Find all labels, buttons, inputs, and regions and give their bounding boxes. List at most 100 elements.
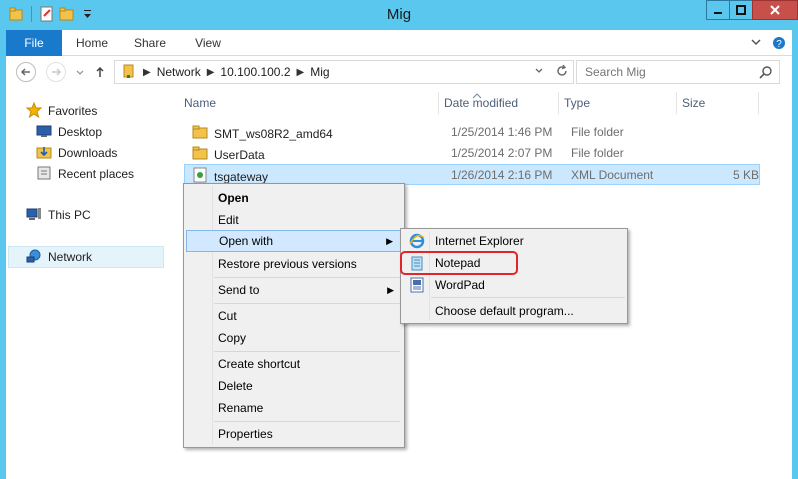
svg-text:?: ? — [776, 39, 782, 50]
up-button[interactable] — [90, 62, 110, 82]
menu-item-label: Send to — [218, 283, 260, 297]
address-bar[interactable]: ▶ Network ▶ 10.100.100.2 ▶ Mig — [114, 60, 574, 84]
sidebar-item-this-pc[interactable]: This PC — [26, 204, 91, 226]
folder-icon — [192, 145, 208, 164]
menu-item-open[interactable]: Open — [186, 187, 402, 209]
help-icon[interactable]: ? — [772, 36, 786, 53]
sidebar-item-label: Favorites — [48, 104, 98, 118]
submenu-arrow-icon: ▶ — [387, 285, 394, 295]
file-row[interactable]: SMT_ws08R2_amd64 1/25/2014 1:46 PM File … — [184, 122, 760, 143]
file-type: File folder — [571, 125, 624, 139]
wordpad-icon — [409, 277, 425, 300]
file-type: XML Document — [571, 168, 654, 182]
file-name: tsgateway — [214, 169, 269, 184]
sidebar-item-recent-places[interactable]: Recent places — [36, 163, 134, 185]
forward-button[interactable] — [46, 62, 66, 82]
back-button[interactable] — [16, 62, 36, 82]
submenu-item-internet-explorer[interactable]: Internet Explorer — [403, 230, 625, 252]
recent-places-icon — [36, 165, 52, 184]
menu-item-rename[interactable]: Rename — [186, 397, 402, 419]
column-header-size[interactable]: Size — [682, 92, 705, 114]
sidebar-item-desktop[interactable]: Desktop — [36, 121, 102, 143]
column-header-name[interactable]: Name — [184, 92, 216, 114]
menu-item-create-shortcut[interactable]: Create shortcut — [186, 353, 402, 375]
menu-item-send-to[interactable]: Send to ▶ — [186, 279, 402, 301]
recent-locations-icon[interactable] — [70, 62, 90, 82]
search-box — [576, 60, 780, 84]
breadcrumb-mig[interactable]: Mig — [310, 65, 329, 79]
breadcrumb-network[interactable]: Network — [157, 65, 201, 79]
computer-icon — [26, 206, 42, 225]
menu-item-restore-previous-versions[interactable]: Restore previous versions — [186, 253, 402, 275]
notepad-highlight-ring — [400, 251, 518, 275]
menu-item-label: Open with — [219, 234, 274, 248]
tab-file[interactable]: File — [6, 30, 62, 56]
folder-icon — [192, 124, 208, 143]
chevron-right-icon[interactable]: ▶ — [207, 67, 215, 78]
sidebar-item-label: This PC — [48, 208, 91, 222]
window-controls — [706, 0, 798, 20]
file-date: 1/26/2014 2:16 PM — [451, 168, 553, 182]
sidebar-item-label: Downloads — [58, 146, 118, 160]
file-name: SMT_ws08R2_amd64 — [214, 126, 333, 141]
downloads-icon — [36, 144, 52, 163]
file-date: 1/25/2014 1:46 PM — [451, 125, 553, 139]
file-row-selected[interactable]: tsgateway 1/26/2014 2:16 PM XML Document… — [184, 164, 760, 185]
address-controls — [533, 64, 569, 81]
tab-share[interactable]: Share — [122, 30, 178, 56]
submenu-item-label: Internet Explorer — [435, 234, 524, 248]
file-date: 1/25/2014 2:07 PM — [451, 146, 553, 160]
sidebar-item-favorites[interactable]: Favorites — [25, 100, 98, 122]
ribbon-tabs: File Home Share View ? — [6, 30, 792, 56]
menu-item-cut[interactable]: Cut — [186, 305, 402, 327]
tab-home[interactable]: Home — [64, 30, 120, 56]
maximize-button[interactable] — [729, 0, 753, 20]
menu-item-edit[interactable]: Edit — [186, 209, 402, 231]
file-name: UserData — [214, 147, 265, 162]
submenu-item-choose-default-program[interactable]: Choose default program... — [403, 300, 625, 322]
file-name-cell: UserData — [192, 145, 265, 164]
network-folder-icon — [121, 63, 137, 82]
navigation-pane: Favorites Desktop Downloads Recent place… — [6, 88, 166, 479]
tab-view[interactable]: View — [180, 30, 236, 56]
expand-ribbon-icon[interactable] — [750, 36, 762, 53]
menu-item-open-with[interactable]: Open with ▶ — [186, 230, 402, 252]
file-name-cell: SMT_ws08R2_amd64 — [192, 124, 333, 143]
breadcrumb-server[interactable]: 10.100.100.2 — [220, 65, 290, 79]
file-row[interactable]: UserData 1/25/2014 2:07 PM File folder — [184, 143, 760, 164]
file-size: 5 KB — [733, 168, 760, 182]
column-header-date[interactable]: Date modified — [444, 92, 518, 114]
menu-item-properties[interactable]: Properties — [186, 423, 402, 445]
sidebar-item-label: Recent places — [58, 167, 135, 181]
chevron-right-icon[interactable]: ▶ — [143, 67, 151, 78]
sidebar-item-network[interactable]: Network — [8, 246, 164, 268]
network-icon — [26, 248, 42, 267]
window-title: Mig — [386, 6, 412, 23]
menu-item-copy[interactable]: Copy — [186, 327, 402, 349]
breadcrumb: ▶ Network ▶ 10.100.100.2 ▶ Mig — [115, 63, 330, 82]
submenu-item-wordpad[interactable]: WordPad — [403, 274, 625, 296]
context-menu: Open Edit Open with ▶ Restore previous v… — [183, 183, 405, 448]
search-icon[interactable] — [759, 65, 773, 82]
sidebar-item-downloads[interactable]: Downloads — [36, 142, 117, 164]
file-type: File folder — [571, 146, 624, 160]
ribbon-controls: ? — [750, 36, 786, 53]
desktop-icon — [36, 123, 52, 142]
refresh-icon[interactable] — [555, 64, 569, 81]
menu-item-delete[interactable]: Delete — [186, 375, 402, 397]
sidebar-item-label: Desktop — [58, 125, 103, 139]
star-icon — [25, 101, 43, 121]
explorer-window: Mig File Home Share View ? ▶ Network ▶ 1… — [0, 0, 798, 479]
chevron-right-icon[interactable]: ▶ — [297, 67, 305, 78]
close-button[interactable] — [752, 0, 798, 20]
navigation-bar: ▶ Network ▶ 10.100.100.2 ▶ Mig — [6, 56, 792, 88]
submenu-item-label: WordPad — [435, 278, 485, 292]
column-header-type[interactable]: Type — [564, 92, 590, 114]
sidebar-item-label: Network — [48, 250, 93, 264]
open-with-submenu: Internet Explorer Notepad WordPad Choose… — [400, 228, 628, 324]
minimize-button[interactable] — [706, 0, 730, 20]
search-input[interactable] — [583, 62, 753, 82]
address-dropdown-icon[interactable] — [533, 64, 545, 81]
submenu-arrow-icon: ▶ — [386, 236, 393, 246]
title-bar: Mig — [0, 0, 798, 30]
